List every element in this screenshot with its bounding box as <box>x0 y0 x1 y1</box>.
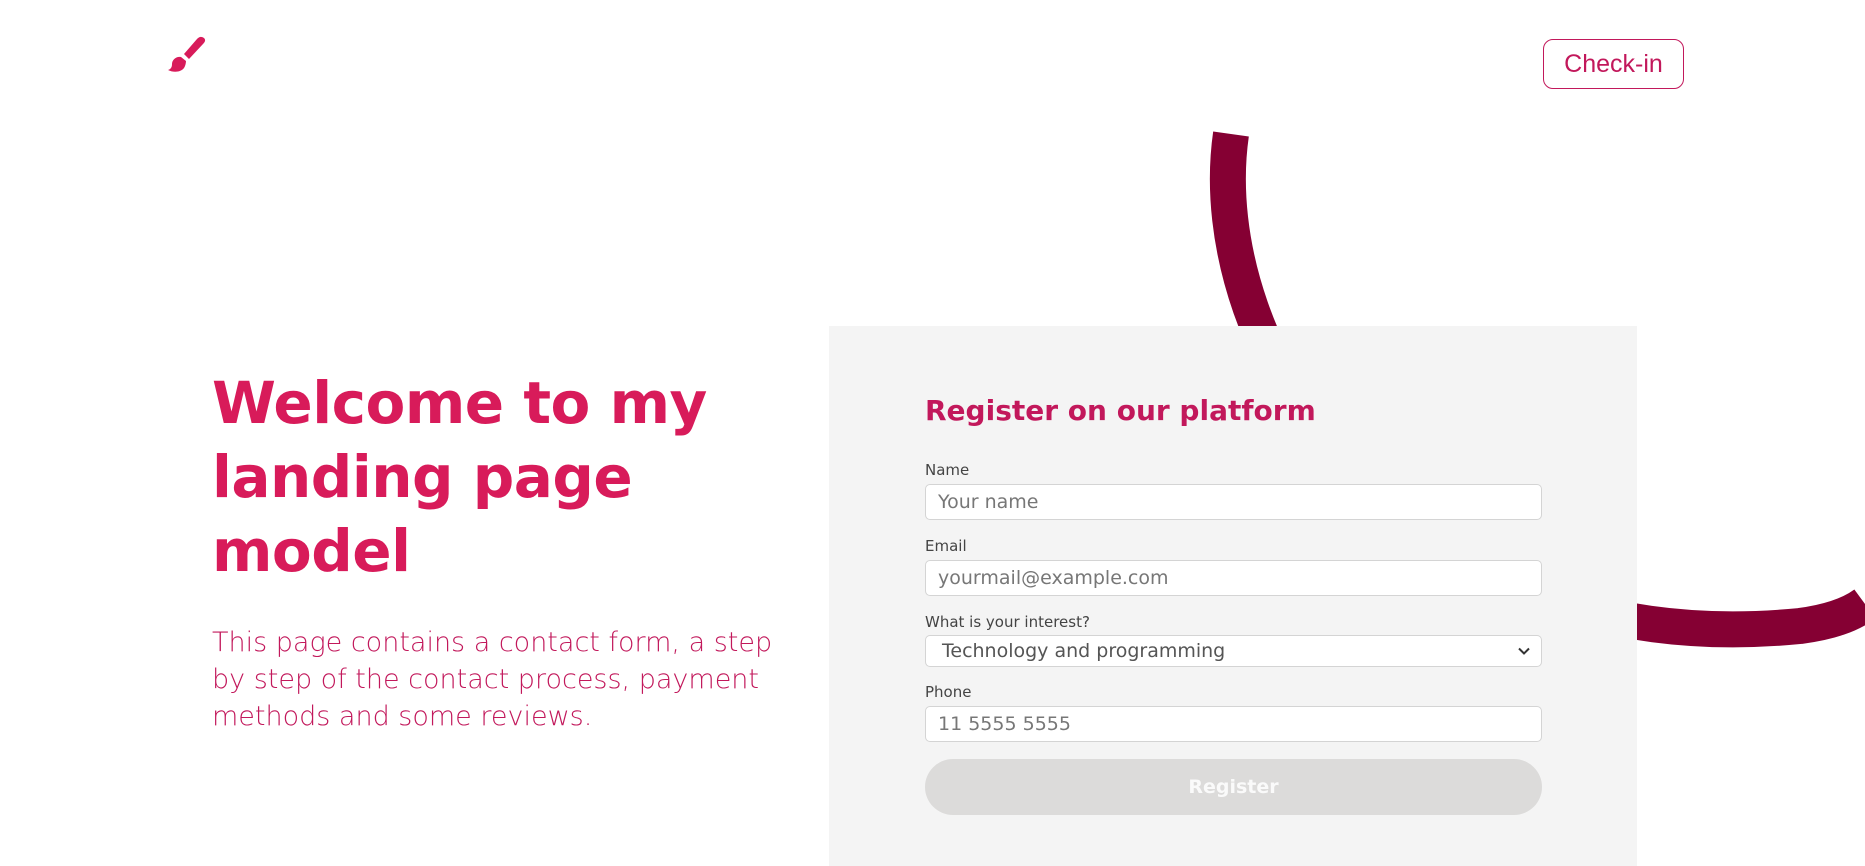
chevron-down-icon <box>1518 647 1530 655</box>
interest-select[interactable]: Technology and programming <box>925 635 1542 667</box>
paintbrush-icon[interactable] <box>166 36 206 74</box>
name-label: Name <box>925 461 970 479</box>
hero-title: Welcome to my landing page model <box>212 369 707 585</box>
phone-input[interactable] <box>925 706 1542 742</box>
name-input[interactable] <box>925 484 1542 520</box>
hero-description: This page contains a contact form, a ste… <box>212 627 773 732</box>
register-form-panel: Register on our platform Name Email What… <box>829 326 1637 866</box>
email-input[interactable] <box>925 560 1542 596</box>
interest-label: What is your interest? <box>925 613 1090 631</box>
landing-page: Check-in Welcome to my landing page mode… <box>0 0 1865 866</box>
phone-label: Phone <box>925 683 972 701</box>
interest-selected-value: Technology and programming <box>942 640 1226 662</box>
form-title: Register on our platform <box>925 394 1316 427</box>
checkin-button[interactable]: Check-in <box>1543 39 1684 89</box>
email-label: Email <box>925 537 967 555</box>
register-button[interactable]: Register <box>925 759 1542 815</box>
